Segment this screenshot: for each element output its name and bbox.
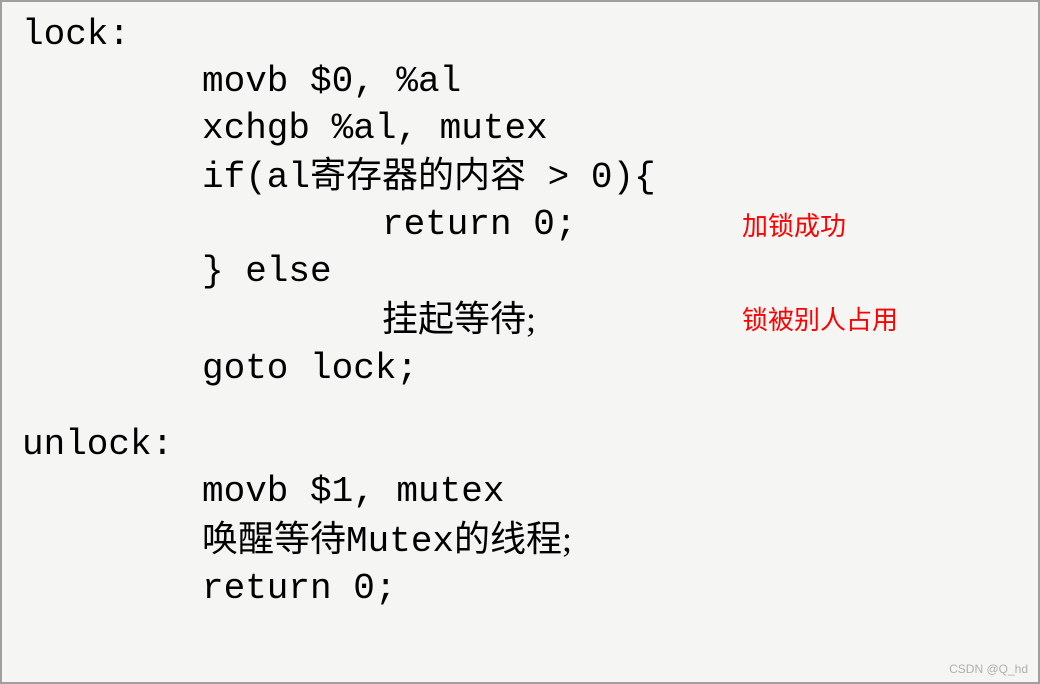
code-block: lock: movb $0, %al xchgb %al, mutex if(a…	[22, 12, 1018, 613]
code-line-9: 唤醒等待Mutex的线程;	[22, 516, 572, 566]
unlock-label: unlock:	[22, 422, 1018, 469]
code-line-8: movb $1, mutex	[22, 469, 504, 516]
code-line-10: return 0;	[22, 566, 396, 613]
code-line-3: if(al寄存器的内容 > 0){	[22, 152, 656, 202]
code-line-4: return 0;	[22, 202, 576, 249]
code-line-5: } else	[22, 249, 332, 296]
code-line-2: xchgb %al, mutex	[22, 106, 548, 153]
annotation-occupied: 锁被别人占用	[742, 304, 898, 338]
code-line-7: goto lock;	[22, 346, 418, 393]
code-line-6: 挂起等待;	[22, 296, 536, 343]
lock-label: lock:	[22, 12, 1018, 59]
code-line-1: movb $0, %al	[22, 59, 461, 106]
annotation-success: 加锁成功	[742, 210, 846, 244]
watermark: CSDN @Q_hd	[949, 662, 1028, 676]
